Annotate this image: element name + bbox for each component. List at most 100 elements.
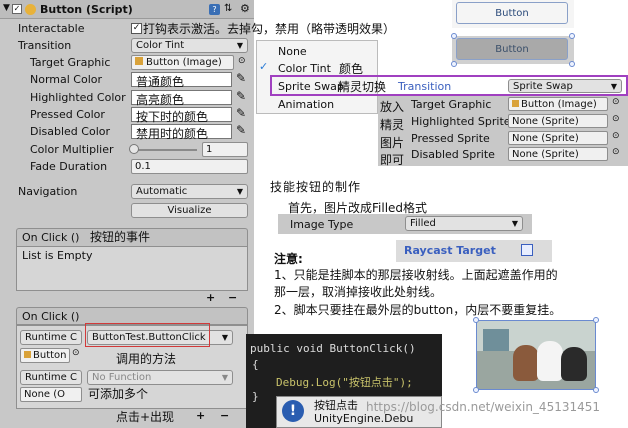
component-title: Button (Script) <box>40 3 133 16</box>
onclick-note: 按钮的事件 <box>90 230 151 244</box>
method-note: 调用的方法 <box>116 352 177 366</box>
preview-window <box>483 329 509 351</box>
menu-item-none[interactable]: None <box>278 45 307 58</box>
image-icon <box>24 351 31 358</box>
put-sprite-note-4: 即可 <box>380 153 405 167</box>
code-line-3: Debug.Log("按钮点击"); <box>276 376 413 389</box>
runtime-dropdown[interactable]: Runtime C <box>20 330 82 345</box>
highlighted-color-swatch[interactable]: 高亮颜色 <box>131 90 232 107</box>
pressed-color-note: 按下时的颜色 <box>136 110 209 124</box>
interactable-note: 打钩表示激活。去掉勾，禁用（略带透明效果） <box>143 22 396 36</box>
target-graphic-label: Target Graphic <box>30 56 111 69</box>
console-message: 按钮点击 <box>314 399 358 412</box>
panda-figure <box>561 347 587 381</box>
rect-handle[interactable] <box>569 33 575 39</box>
note-2: 2、脚本只要挂在最外层的button，内层不要重复挂。 <box>274 303 562 317</box>
rect-handle[interactable] <box>473 317 479 323</box>
object-picker-icon[interactable]: ⊙ <box>612 97 620 107</box>
rect-handle[interactable] <box>451 61 457 67</box>
transition-value: Color Tint <box>136 40 185 51</box>
clickplus-note: 点击+出现 <box>116 410 175 424</box>
navigation-dropdown[interactable]: Automatic ▼ <box>131 184 248 199</box>
multiplier-slider-track[interactable] <box>131 149 197 151</box>
dropdown-caret-icon: ▼ <box>221 373 228 382</box>
pressed-sprite-label: Pressed Sprite <box>411 132 490 145</box>
dropdown-caret-icon: ▼ <box>236 187 243 196</box>
rect-handle[interactable] <box>593 387 599 393</box>
pressed-sprite-field[interactable]: None (Sprite) <box>508 131 608 145</box>
multiplier-field[interactable]: 1 <box>202 142 248 157</box>
eyedropper-icon[interactable]: ✎ <box>236 71 246 85</box>
transition-dropdown[interactable]: Color Tint ▼ <box>131 38 248 53</box>
remove-event-button-2[interactable]: − <box>220 409 229 422</box>
object-field[interactable]: Button <box>20 348 70 363</box>
note-1a: 1、只能是挂脚本的那层接收射线。上面起遮盖作用的 <box>274 268 558 282</box>
disabled-sprite-label: Disabled Sprite <box>411 148 495 161</box>
add-event-button-2[interactable]: + <box>196 409 205 422</box>
runtime-dropdown-2[interactable]: Runtime C <box>20 370 82 385</box>
highlighted-sprite-field[interactable]: None (Sprite) <box>508 114 608 128</box>
pressed-color-swatch[interactable]: 按下时的颜色 <box>131 107 232 124</box>
object-picker-icon[interactable]: ⊙ <box>72 348 80 358</box>
disabled-color-swatch[interactable]: 禁用时的颜色 <box>131 124 232 141</box>
visualize-button[interactable]: Visualize <box>131 203 248 218</box>
target-graphic-field[interactable]: Button (Image) <box>131 55 234 70</box>
function-dropdown-2[interactable]: No Function ▼ <box>87 370 233 385</box>
eyedropper-icon[interactable]: ✎ <box>236 89 246 103</box>
object-picker-icon[interactable]: ⊙ <box>238 56 246 66</box>
runtime2-value: Runtime C <box>25 372 77 383</box>
image-type-dropdown[interactable]: Filled ▼ <box>405 216 523 231</box>
menu-item-animation[interactable]: Animation <box>278 98 334 111</box>
object-field-2[interactable]: None (O <box>20 387 82 402</box>
code-line-4: } <box>252 390 259 403</box>
multiplier-slider-thumb[interactable] <box>129 144 139 154</box>
eyedropper-icon[interactable]: ✎ <box>236 106 246 120</box>
object-picker-icon[interactable]: ⊙ <box>612 147 620 157</box>
watermark: https://blog.csdn.net/weixin_45131451 <box>366 400 601 414</box>
add-event-button[interactable]: + <box>206 291 215 304</box>
help-icon[interactable]: ? <box>209 4 220 15</box>
info-icon: ! <box>282 400 304 422</box>
button-preview-label[interactable]: Button <box>456 2 568 24</box>
rect-handle[interactable] <box>451 33 457 39</box>
attention-label: 注意: <box>274 252 303 266</box>
onclick2-label: On Click () <box>22 310 80 323</box>
sprite-target-graphic-field[interactable]: Button (Image) <box>508 97 608 111</box>
rect-handle[interactable] <box>473 387 479 393</box>
remove-event-button[interactable]: − <box>228 291 237 304</box>
pressed-color-label: Pressed Color <box>30 108 105 121</box>
fade-duration-field[interactable]: 0.1 <box>131 159 248 174</box>
enabled-checkbox[interactable]: ✓ <box>12 4 22 14</box>
disabled-sprite-field[interactable]: None (Sprite) <box>508 147 608 161</box>
rect-handle[interactable] <box>593 317 599 323</box>
note-1b: 那一层，取消掉接收此处射线。 <box>274 285 443 299</box>
code-line-2: { <box>252 358 259 371</box>
interactable-checkbox[interactable]: ✓ <box>131 23 142 34</box>
preset-icon[interactable]: ⇅ <box>224 3 232 14</box>
script-icon <box>25 4 36 15</box>
raycast-checkbox[interactable] <box>521 244 533 256</box>
gear-icon[interactable]: ⚙ <box>240 2 250 15</box>
object-picker-icon[interactable]: ⊙ <box>612 114 620 124</box>
interactable-label: Interactable <box>18 22 85 35</box>
ice-bear-figure <box>537 341 563 381</box>
put-sprite-note-1: 放入 <box>380 100 405 114</box>
normal-color-label: Normal Color <box>30 73 103 86</box>
object-picker-icon[interactable]: ⊙ <box>612 131 620 141</box>
disabled-color-note: 禁用时的颜色 <box>136 127 209 141</box>
menu-item-color-tint[interactable]: Color Tint <box>278 62 331 75</box>
normal-color-note: 普通颜色 <box>136 75 185 89</box>
sprite-transition-dropdown[interactable]: Sprite Swap ▼ <box>508 79 622 93</box>
normal-color-swatch[interactable]: 普通颜色 <box>131 72 232 89</box>
rect-handle[interactable] <box>569 61 575 67</box>
image-type-value: Filled <box>410 218 436 229</box>
button-preview-label-2[interactable]: Button <box>456 38 568 60</box>
dropdown-caret-icon: ▼ <box>511 219 518 228</box>
brown-bear-figure <box>513 345 539 381</box>
foldout-arrow-icon[interactable]: ▼ <box>3 3 10 13</box>
highlighted-color-label: Highlighted Color <box>30 91 126 104</box>
sprite-transition-value: Sprite Swap <box>513 81 573 92</box>
eyedropper-icon[interactable]: ✎ <box>236 123 246 137</box>
fade-duration-label: Fade Duration <box>30 160 108 173</box>
sprite-transition-label: Transition <box>398 80 452 93</box>
